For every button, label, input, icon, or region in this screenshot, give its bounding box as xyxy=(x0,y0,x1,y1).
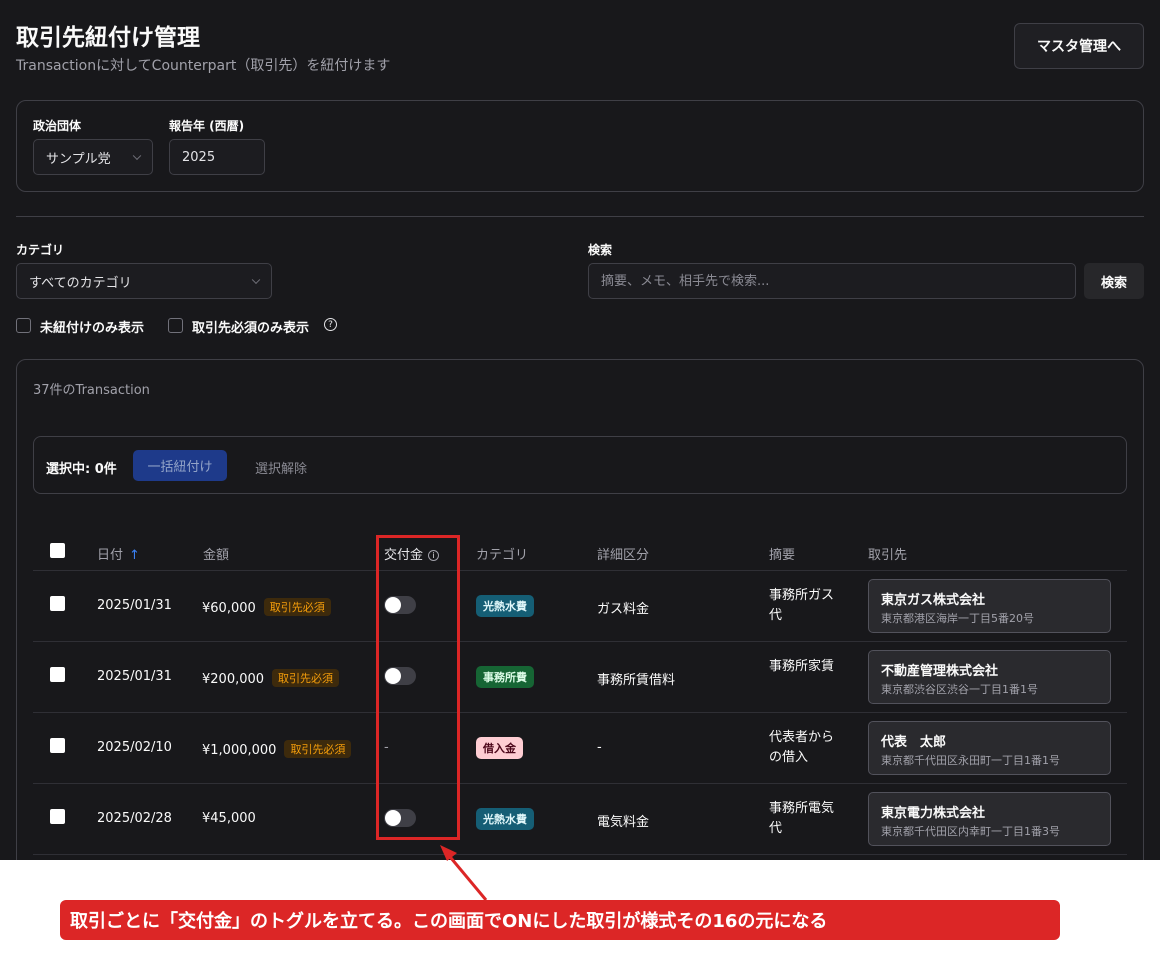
annotation-callout: 取引ごとに「交付金」のトグルを立てる。この画面でONにした取引が様式その16の元… xyxy=(60,900,1060,940)
app-window: 取引先紐付け管理 Transactionに対してCounterpart（取引先）… xyxy=(0,0,1160,860)
category-badge: 借入金 xyxy=(476,737,523,759)
search-input[interactable] xyxy=(588,263,1076,299)
row-detail: ガス料金 xyxy=(597,602,650,617)
required-only-label: 取引先必須のみ表示 xyxy=(192,321,310,336)
row-amount-value: ¥45,000 xyxy=(202,811,256,826)
row-amount: ¥200,000 取引先必須 xyxy=(202,669,340,687)
row-date: 2025/01/31 xyxy=(97,669,172,684)
row-divider xyxy=(33,641,1127,642)
column-header-date-label: 日付 xyxy=(97,548,124,563)
counterpart-address: 東京都港区海岸一丁目5番20号 xyxy=(881,612,1034,625)
divider xyxy=(16,216,1144,217)
counterpart-name: 東京ガス株式会社 xyxy=(881,593,986,608)
search-label: 検索 xyxy=(588,243,613,257)
row-amount-value: ¥1,000,000 xyxy=(202,743,277,758)
sort-ascending-icon: ↑ xyxy=(129,548,140,563)
year-input[interactable]: 2025 xyxy=(169,139,265,175)
page-title: 取引先紐付け管理 xyxy=(16,25,200,51)
clear-selection-button[interactable]: 選択解除 xyxy=(255,458,307,477)
row-date: 2025/02/28 xyxy=(97,811,172,826)
counterpart-selector[interactable]: 代表 太郎 東京都千代田区永田町一丁目1番1号 xyxy=(868,721,1111,775)
row-summary: 事務所家賃 xyxy=(769,659,835,674)
counterpart-name: 代表 太郎 xyxy=(881,735,947,750)
row-summary: 事務所電気代 xyxy=(769,801,835,836)
required-badge: 取引先必須 xyxy=(284,740,352,758)
row-detail: 電気料金 xyxy=(597,815,650,830)
row-divider xyxy=(33,783,1127,784)
org-select[interactable]: サンプル党 xyxy=(33,139,153,175)
counterpart-selector[interactable]: 東京ガス株式会社 東京都港区海岸一丁目5番20号 xyxy=(868,579,1111,633)
row-checkbox[interactable] xyxy=(50,667,65,682)
chevron-down-icon xyxy=(132,151,142,161)
year-label: 報告年 (西暦) xyxy=(169,119,245,133)
row-divider xyxy=(33,712,1127,713)
category-label: カテゴリ xyxy=(16,243,65,257)
row-amount-value: ¥200,000 xyxy=(202,672,265,687)
selected-count: 選択中: 0件 xyxy=(46,462,117,477)
column-header-date[interactable]: 日付 ↑ xyxy=(97,544,140,563)
column-header-detail: 詳細区分 xyxy=(597,548,650,563)
unlinked-only-label: 未紐付けのみ表示 xyxy=(40,321,145,336)
category-select-value: すべてのカテゴリ xyxy=(29,275,132,291)
column-header-summary: 摘要 xyxy=(769,548,796,563)
row-amount: ¥60,000 取引先必須 xyxy=(202,598,331,616)
counterpart-selector[interactable]: 不動産管理株式会社 東京都渋谷区渋谷一丁目1番1号 xyxy=(868,650,1111,704)
org-select-value: サンプル党 xyxy=(46,151,111,167)
row-divider xyxy=(33,854,1127,855)
row-summary: 事務所ガス代 xyxy=(769,588,835,623)
counterpart-address: 東京都千代田区内幸町一丁目1番3号 xyxy=(881,825,1060,838)
required-badge: 取引先必須 xyxy=(272,669,340,687)
row-amount: ¥1,000,000 取引先必須 xyxy=(202,740,352,758)
counterpart-selector[interactable]: 東京電力株式会社 東京都千代田区内幸町一丁目1番3号 xyxy=(868,792,1111,846)
column-header-amount: 金額 xyxy=(203,548,230,563)
counterpart-name: 東京電力株式会社 xyxy=(881,806,986,821)
search-button[interactable]: 検索 xyxy=(1084,263,1144,299)
row-detail: 事務所賃借料 xyxy=(597,673,676,688)
row-date: 2025/01/31 xyxy=(97,598,172,613)
row-amount-value: ¥60,000 xyxy=(202,601,256,616)
row-summary: 代表者からの借入 xyxy=(769,730,835,765)
bulk-link-button[interactable]: 一括紐付け xyxy=(133,450,227,481)
row-checkbox[interactable] xyxy=(50,809,65,824)
subsidy-column-highlight xyxy=(376,535,460,840)
counterpart-name: 不動産管理株式会社 xyxy=(881,664,999,679)
row-amount: ¥45,000 xyxy=(202,811,256,826)
category-badge: 光熱水費 xyxy=(476,808,534,830)
column-header-counterpart: 取引先 xyxy=(868,548,908,563)
row-checkbox[interactable] xyxy=(50,738,65,753)
column-header-category: カテゴリ xyxy=(476,548,529,563)
transaction-count: 37件のTransaction xyxy=(33,383,150,398)
org-label: 政治団体 xyxy=(33,119,82,133)
row-date: 2025/02/10 xyxy=(97,740,172,755)
unlinked-only-checkbox[interactable] xyxy=(16,318,31,333)
category-badge: 事務所費 xyxy=(476,666,534,688)
row-detail: - xyxy=(597,740,602,755)
counterpart-address: 東京都千代田区永田町一丁目1番1号 xyxy=(881,754,1060,767)
required-badge: 取引先必須 xyxy=(263,598,331,616)
required-only-checkbox[interactable] xyxy=(168,318,183,333)
counterpart-address: 東京都渋谷区渋谷一丁目1番1号 xyxy=(881,683,1038,696)
category-badge: 光熱水費 xyxy=(476,595,534,617)
row-divider xyxy=(33,570,1127,571)
master-management-button[interactable]: マスタ管理へ xyxy=(1014,23,1144,69)
help-icon[interactable]: ? xyxy=(324,318,337,331)
category-select[interactable]: すべてのカテゴリ xyxy=(16,263,272,299)
page-subtitle: Transactionに対してCounterpart（取引先）を紐付けます xyxy=(16,58,391,74)
row-checkbox[interactable] xyxy=(50,596,65,611)
select-all-checkbox[interactable] xyxy=(50,543,65,558)
chevron-down-icon xyxy=(251,275,261,285)
